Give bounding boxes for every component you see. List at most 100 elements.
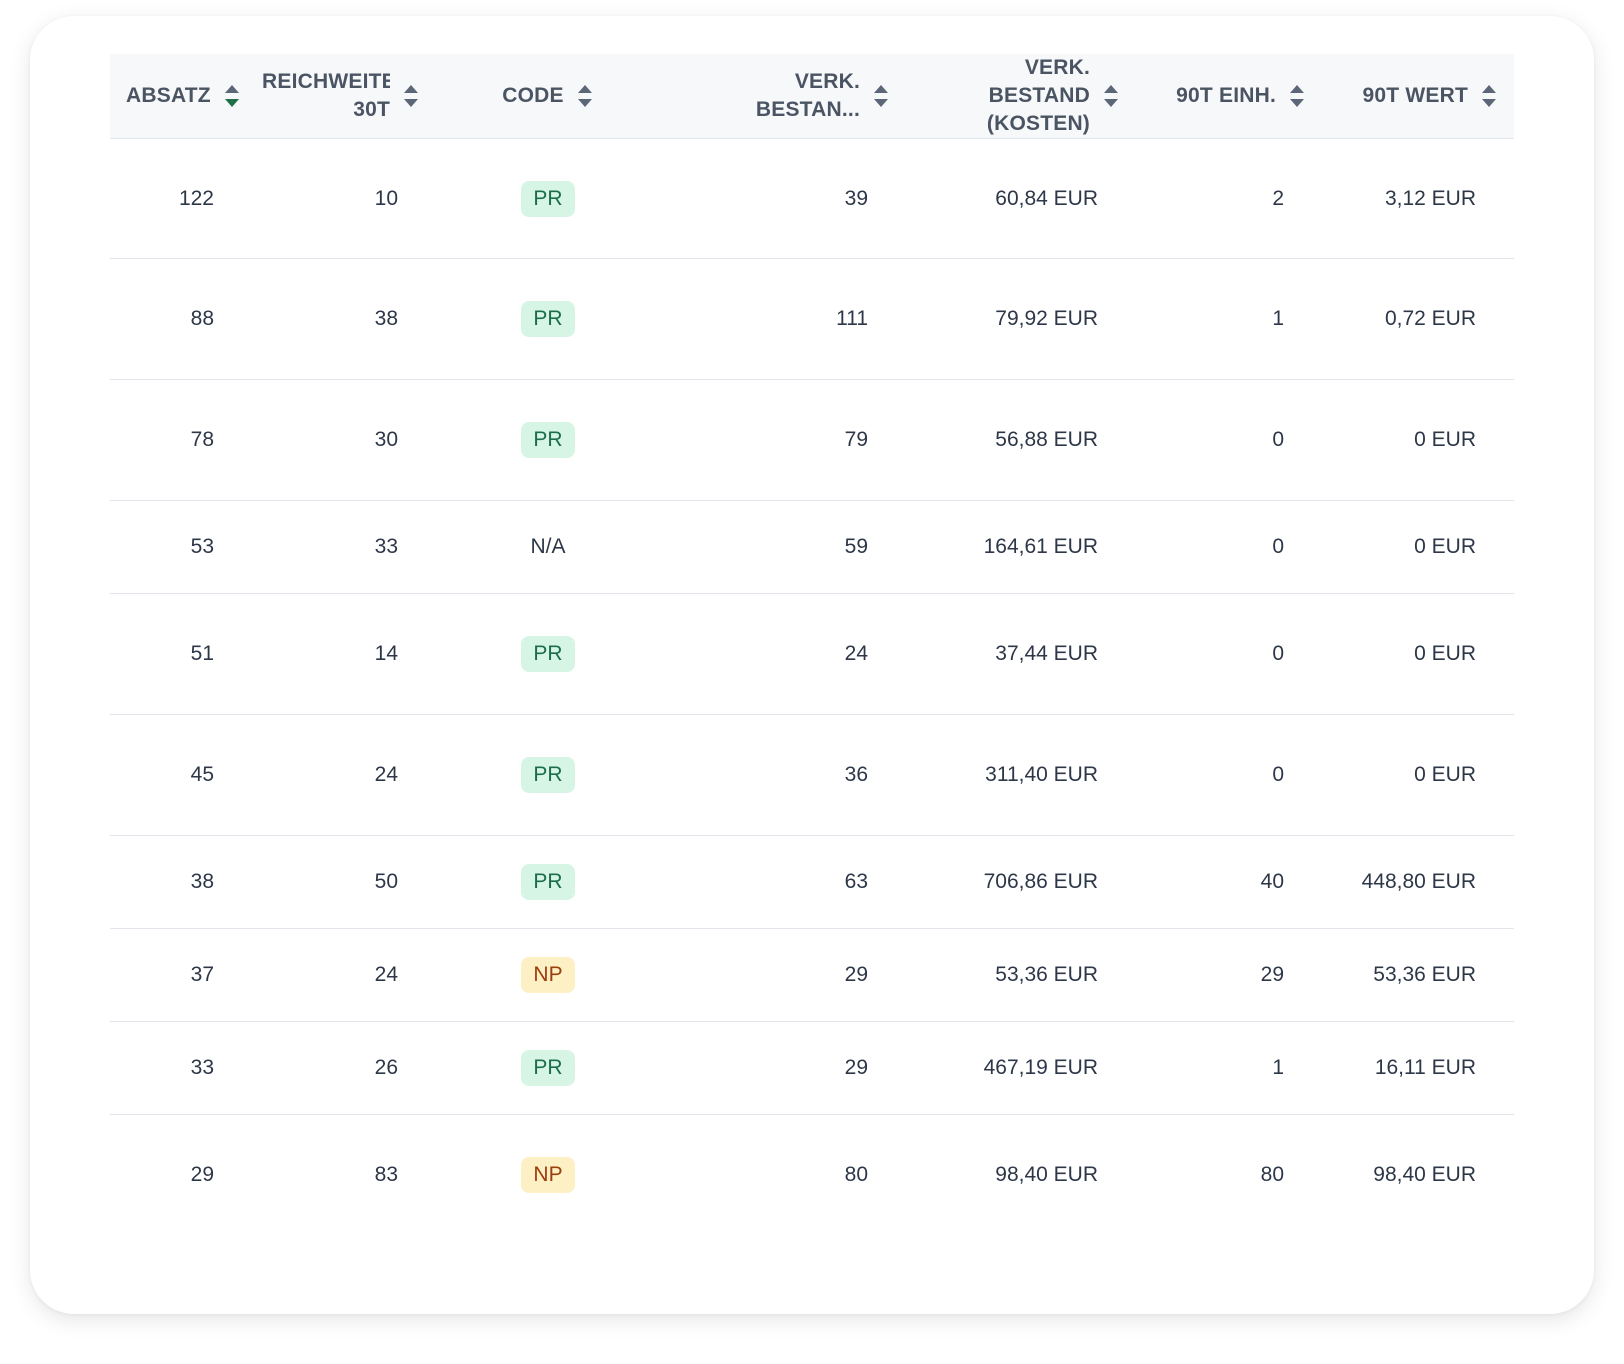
table-row[interactable]: 78 30 PR 79 56,88 EUR 0 0 EUR bbox=[110, 379, 1514, 501]
code-cell: PR bbox=[436, 1021, 660, 1115]
table-header-row: ABSATZ REICHWEITE 30T CODE VERK. BESTAN.… bbox=[110, 54, 1514, 139]
column-label: 90T WERT bbox=[1362, 84, 1468, 107]
90t-einh-cell: 0 bbox=[1136, 593, 1322, 715]
sort-icon[interactable] bbox=[1480, 83, 1498, 109]
sort-icon[interactable] bbox=[402, 83, 420, 109]
verk-bestand-cell: 63 bbox=[660, 835, 906, 929]
verk-bestand-kosten-cell: 706,86 EUR bbox=[906, 835, 1136, 929]
reichweite-cell: 24 bbox=[260, 928, 436, 1022]
90t-einh-cell: 2 bbox=[1136, 138, 1322, 259]
reichweite-cell: 26 bbox=[260, 1021, 436, 1115]
absatz-cell: 122 bbox=[110, 138, 260, 259]
absatz-cell: 88 bbox=[110, 258, 260, 380]
code-cell: PR bbox=[436, 593, 660, 715]
code-cell: PR bbox=[436, 714, 660, 836]
verk-bestand-cell: 111 bbox=[660, 258, 906, 380]
90t-einh-cell: 0 bbox=[1136, 500, 1322, 594]
column-header-code[interactable]: CODE bbox=[436, 54, 660, 139]
90t-wert-cell: 0 EUR bbox=[1322, 379, 1514, 501]
sort-icon[interactable] bbox=[1102, 83, 1120, 109]
90t-wert-cell: 448,80 EUR bbox=[1322, 835, 1514, 929]
column-label: CODE bbox=[502, 84, 564, 107]
column-label: 90T EINH. bbox=[1176, 84, 1276, 107]
90t-wert-cell: 0 EUR bbox=[1322, 500, 1514, 594]
table-row[interactable]: 33 26 PR 29 467,19 EUR 1 16,11 EUR bbox=[110, 1021, 1514, 1115]
code-cell: N/A bbox=[436, 500, 660, 594]
sort-desc-icon[interactable] bbox=[223, 83, 241, 109]
sort-icon[interactable] bbox=[872, 83, 890, 109]
verk-bestand-cell: 29 bbox=[660, 1021, 906, 1115]
90t-wert-cell: 0,72 EUR bbox=[1322, 258, 1514, 380]
table-row[interactable]: 51 14 PR 24 37,44 EUR 0 0 EUR bbox=[110, 593, 1514, 715]
90t-einh-cell: 1 bbox=[1136, 1021, 1322, 1115]
reichweite-cell: 38 bbox=[260, 258, 436, 380]
sort-icon[interactable] bbox=[1288, 83, 1306, 109]
verk-bestand-cell: 24 bbox=[660, 593, 906, 715]
90t-einh-cell: 0 bbox=[1136, 379, 1322, 501]
code-cell: NP bbox=[436, 1115, 660, 1235]
code-cell: PR bbox=[436, 835, 660, 929]
code-badge: NP bbox=[521, 957, 575, 993]
code-badge: PR bbox=[521, 864, 575, 900]
90t-einh-cell: 1 bbox=[1136, 258, 1322, 380]
verk-bestand-cell: 39 bbox=[660, 138, 906, 259]
verk-bestand-kosten-cell: 98,40 EUR bbox=[995, 1162, 1098, 1186]
verk-bestand-cell: 59 bbox=[660, 500, 906, 594]
code-badge: PR bbox=[521, 1050, 575, 1086]
code-badge: PR bbox=[521, 636, 575, 672]
90t-einh-cell: 29 bbox=[1136, 928, 1322, 1022]
reichweite-cell: 50 bbox=[260, 835, 436, 929]
column-header-absatz[interactable]: ABSATZ bbox=[110, 54, 260, 139]
verk-bestand-kosten-cell: 53,36 EUR bbox=[906, 928, 1136, 1022]
reichweite-cell: 24 bbox=[260, 714, 436, 836]
column-header-verk-bestand[interactable]: VERK. BESTAN... bbox=[660, 54, 906, 139]
90t-wert-cell: 16,11 EUR bbox=[1322, 1021, 1514, 1115]
code-cell: PR bbox=[436, 379, 660, 501]
code-badge: PR bbox=[521, 301, 575, 337]
table-row[interactable]: 38 50 PR 63 706,86 EUR 40 448,80 EUR bbox=[110, 835, 1514, 929]
90t-wert-cell: 3,12 EUR bbox=[1322, 138, 1514, 259]
reichweite-cell: 14 bbox=[260, 593, 436, 715]
code-badge: N/A bbox=[530, 535, 566, 558]
absatz-cell: 51 bbox=[110, 593, 260, 715]
code-badge: PR bbox=[521, 422, 575, 458]
verk-bestand-kosten-cell: 311,40 EUR bbox=[906, 714, 1136, 836]
absatz-cell: 53 bbox=[110, 500, 260, 594]
90t-wert-cell: 0 EUR bbox=[1322, 714, 1514, 836]
absatz-cell: 29 bbox=[190, 1162, 214, 1186]
90t-wert-cell: 0 EUR bbox=[1322, 593, 1514, 715]
table-row[interactable]: 29 83 NP 80 98,40 EUR 80 98,40 EUR bbox=[110, 1115, 1514, 1235]
verk-bestand-kosten-cell: 56,88 EUR bbox=[906, 379, 1136, 501]
column-label: VERK. BESTAN... bbox=[755, 70, 860, 121]
table-card: ABSATZ REICHWEITE 30T CODE VERK. BESTAN.… bbox=[30, 16, 1594, 1314]
code-badge: PR bbox=[521, 757, 575, 793]
90t-einh-cell: 80 bbox=[1260, 1162, 1284, 1186]
verk-bestand-kosten-cell: 37,44 EUR bbox=[906, 593, 1136, 715]
inventory-table: ABSATZ REICHWEITE 30T CODE VERK. BESTAN.… bbox=[110, 54, 1514, 1235]
column-header-reichweite[interactable]: REICHWEITE 30T bbox=[260, 54, 436, 139]
code-cell: NP bbox=[436, 928, 660, 1022]
verk-bestand-kosten-cell: 60,84 EUR bbox=[906, 138, 1136, 259]
reichweite-cell: 33 bbox=[260, 500, 436, 594]
table-row[interactable]: 45 24 PR 36 311,40 EUR 0 0 EUR bbox=[110, 714, 1514, 836]
verk-bestand-kosten-cell: 79,92 EUR bbox=[906, 258, 1136, 380]
absatz-cell: 78 bbox=[110, 379, 260, 501]
table-row[interactable]: 88 38 PR 111 79,92 EUR 1 0,72 EUR bbox=[110, 258, 1514, 380]
column-header-90t-einh[interactable]: 90T EINH. bbox=[1136, 54, 1322, 139]
column-header-verk-bestand-kosten[interactable]: VERK. BESTAND (KOSTEN) bbox=[906, 54, 1136, 139]
90t-wert-cell: 53,36 EUR bbox=[1322, 928, 1514, 1022]
verk-bestand-kosten-cell: 164,61 EUR bbox=[906, 500, 1136, 594]
sort-icon[interactable] bbox=[576, 83, 594, 109]
table-row[interactable]: 53 33 N/A 59 164,61 EUR 0 0 EUR bbox=[110, 500, 1514, 594]
table-row[interactable]: 122 10 PR 39 60,84 EUR 2 3,12 EUR bbox=[110, 138, 1514, 259]
verk-bestand-kosten-cell: 467,19 EUR bbox=[906, 1021, 1136, 1115]
column-header-90t-wert[interactable]: 90T WERT bbox=[1322, 54, 1514, 139]
90t-einh-cell: 40 bbox=[1136, 835, 1322, 929]
reichweite-cell: 30 bbox=[260, 379, 436, 501]
reichweite-cell: 83 bbox=[374, 1162, 398, 1186]
verk-bestand-cell: 29 bbox=[660, 928, 906, 1022]
table-row[interactable]: 37 24 NP 29 53,36 EUR 29 53,36 EUR bbox=[110, 928, 1514, 1022]
reichweite-cell: 10 bbox=[260, 138, 436, 259]
absatz-cell: 37 bbox=[110, 928, 260, 1022]
column-label: VERK. BESTAND (KOSTEN) bbox=[986, 56, 1090, 135]
